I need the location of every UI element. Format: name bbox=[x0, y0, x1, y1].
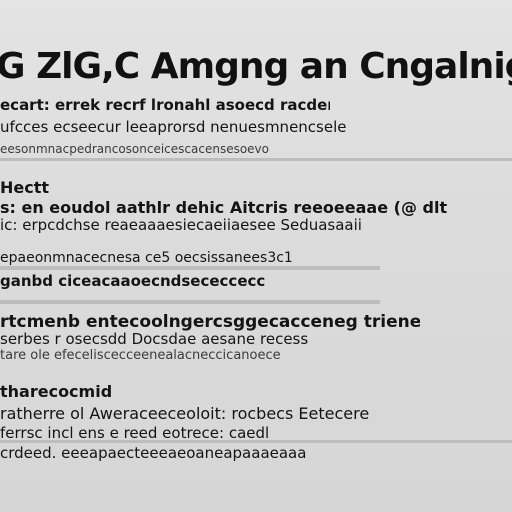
text-line-6: epaeonmnacecnesa ce5 oecsissanees3c1 bbox=[0, 250, 293, 266]
text-line-9: serbes r osecsdd Docsdae aesane recess bbox=[0, 330, 309, 348]
text-line-8: rtcmenb entecoolngercsggecacceneg triene bbox=[0, 312, 420, 332]
document-page: G ZlG,C Amgng an Cngalnig ecart: errek r… bbox=[0, 0, 512, 512]
divider-bar-1 bbox=[0, 158, 512, 161]
text-line-1: ecart: errek recrf lronahl asoecd racder bbox=[0, 96, 330, 114]
divider-bar-2 bbox=[0, 266, 380, 270]
text-line-5: ic: erpcdchse reaeaaaesiecaeiiaesee Sedu… bbox=[0, 216, 362, 234]
text-line-2: ufcces ecseecur leeaprorsd nenuesmnencse… bbox=[0, 118, 347, 136]
divider-bar-4 bbox=[0, 440, 512, 443]
page-title: G ZlG,C Amgng an Cngalnig bbox=[0, 46, 512, 87]
text-line-7: ganbd ciceacaaoecndsececcecc bbox=[0, 272, 266, 290]
text-line-4: s: en eoudol aathlr dehic Aitcris reeoee… bbox=[0, 198, 448, 217]
text-line-12: ratherre ol Aweraceeceoloit: rocbecs Eet… bbox=[0, 404, 370, 423]
text-line-14: crdeed. eeeapaecteeeaeoaneapaaaeaaa bbox=[0, 444, 307, 462]
text-line-11: tharecocmid bbox=[0, 382, 113, 401]
divider-bar-3 bbox=[0, 300, 380, 304]
section-heading: Hectt bbox=[0, 178, 50, 197]
text-line-3: eesonmnacpedrancosonceicescacensesoevo bbox=[0, 142, 269, 156]
text-line-10: tare ole efeceliscecceenealacneccicanoec… bbox=[0, 348, 281, 363]
